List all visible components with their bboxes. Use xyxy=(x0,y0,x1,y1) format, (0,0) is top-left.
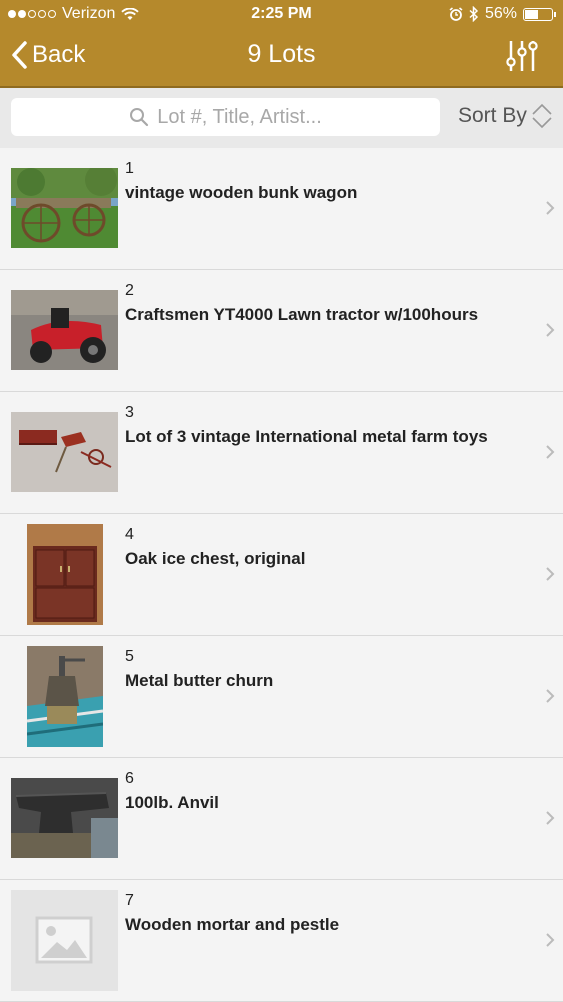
lot-number: 7 xyxy=(125,892,134,909)
lot-row[interactable]: 1 vintage wooden bunk wagon xyxy=(0,148,563,270)
battery-icon xyxy=(523,7,556,21)
chevron-right-icon xyxy=(546,445,555,459)
chevron-right-icon xyxy=(546,323,555,337)
lot-thumbnail-farm-toys xyxy=(11,412,118,492)
alarm-icon xyxy=(449,7,463,21)
lot-row[interactable]: 4 Oak ice chest, original xyxy=(0,514,563,636)
filter-button[interactable] xyxy=(505,38,539,79)
lot-number: 1 xyxy=(125,160,134,177)
sort-updown-icon xyxy=(532,103,552,129)
lot-row[interactable]: 2 Craftsmen YT4000 Lawn tractor w/100hou… xyxy=(0,270,563,392)
lot-thumbnail-wagon xyxy=(11,168,118,248)
lot-number: 6 xyxy=(125,770,134,787)
bluetooth-icon xyxy=(469,6,479,22)
lot-row[interactable]: 6 100lb. Anvil xyxy=(0,758,563,880)
top-bar: Verizon 2:25 PM 56% Back 9 Lots xyxy=(0,0,563,88)
lot-number: 3 xyxy=(125,404,134,421)
sliders-icon xyxy=(506,41,538,71)
lot-list: 1 vintage wooden bunk wagon 2 Craftsmen … xyxy=(0,148,563,1002)
lot-title: Metal butter churn xyxy=(125,671,274,690)
lot-title: Lot of 3 vintage International metal far… xyxy=(125,427,488,446)
sort-by-button[interactable]: Sort By xyxy=(458,103,553,129)
lot-thumbnail-anvil xyxy=(11,778,118,858)
lot-row[interactable]: 7 Wooden mortar and pestle xyxy=(0,880,563,1002)
search-icon xyxy=(130,108,149,127)
chevron-right-icon xyxy=(546,933,555,947)
lot-number: 4 xyxy=(125,526,134,543)
chevron-right-icon xyxy=(546,689,555,703)
lot-title: vintage wooden bunk wagon xyxy=(125,183,358,202)
lot-row[interactable]: 3 Lot of 3 vintage International metal f… xyxy=(0,392,563,514)
lot-title: 100lb. Anvil xyxy=(125,793,219,812)
lot-number: 5 xyxy=(125,648,134,665)
search-placeholder: Lot #, Title, Artist... xyxy=(157,105,322,128)
page-title: 9 Lots xyxy=(247,40,316,68)
lot-thumbnail-ice-chest xyxy=(27,524,103,625)
sort-by-label: Sort By xyxy=(458,104,527,127)
navigation-bar: Back 9 Lots xyxy=(0,28,563,86)
battery-percent: 56% xyxy=(484,5,517,22)
lot-title: Craftsmen YT4000 Lawn tractor w/100hours xyxy=(125,305,479,324)
lot-row[interactable]: 5 Metal butter churn xyxy=(0,636,563,758)
search-bar: Lot #, Title, Artist... Sort By xyxy=(0,88,563,148)
lot-title: Wooden mortar and pestle xyxy=(125,915,340,934)
chevron-right-icon xyxy=(546,567,555,581)
search-input[interactable]: Lot #, Title, Artist... xyxy=(11,98,440,136)
chevron-right-icon xyxy=(546,201,555,215)
image-placeholder-icon xyxy=(11,890,118,991)
lot-title: Oak ice chest, original xyxy=(125,549,306,568)
status-right: 56% xyxy=(449,5,556,23)
lot-thumbnail-butter-churn xyxy=(27,646,103,747)
lot-thumbnail-tractor xyxy=(11,290,118,370)
chevron-right-icon xyxy=(546,811,555,825)
lot-number: 2 xyxy=(125,282,134,299)
status-bar: Verizon 2:25 PM 56% xyxy=(0,0,563,28)
